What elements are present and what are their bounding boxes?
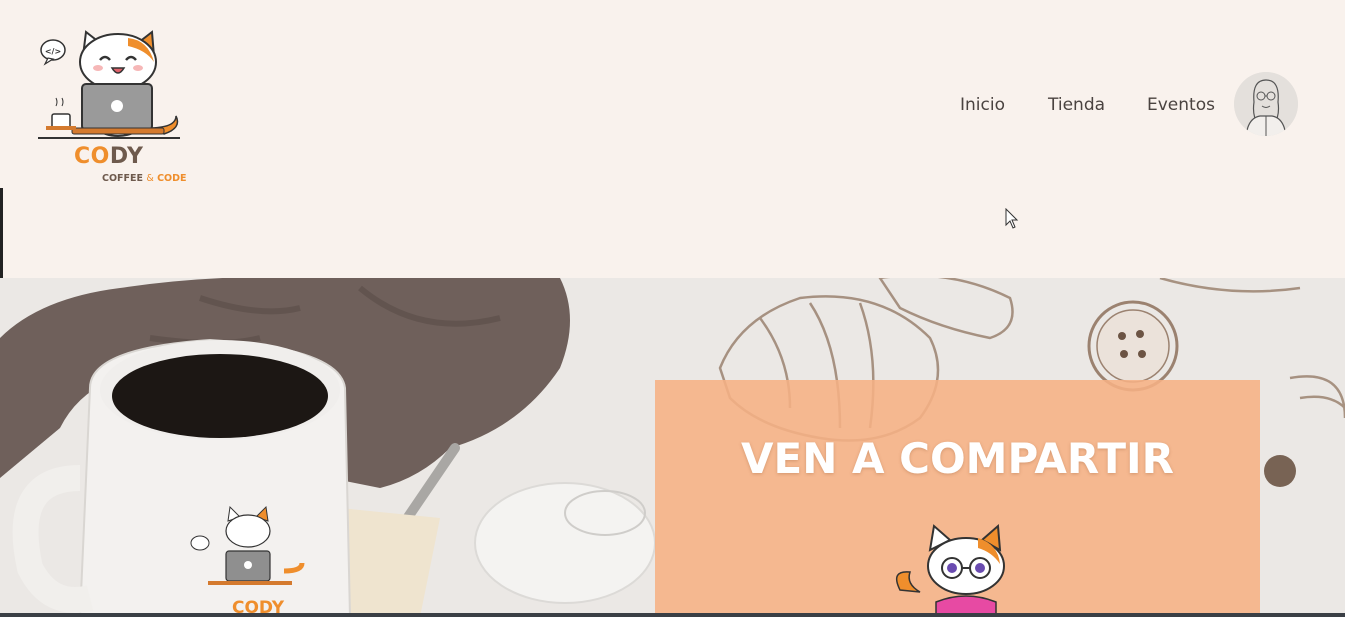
tagline-code: CODE [157, 173, 187, 184]
logo-wordmark: CODY [74, 144, 143, 169]
promo-title: VEN A COMPARTIR [741, 434, 1174, 483]
nav-link-eventos[interactable]: Eventos [1147, 95, 1215, 115]
nav-link-inicio[interactable]: Inicio [960, 95, 1005, 115]
logo-tagline: COFFEE & CODE [102, 173, 187, 184]
tagline-amp: & [146, 173, 154, 184]
nav-link-tienda[interactable]: Tienda [1048, 95, 1105, 115]
promo-panel-art [895, 523, 1005, 617]
window-edge [0, 188, 3, 278]
svg-text:</>: </> [45, 47, 61, 56]
cody-logo[interactable]: </> CODY COFFEE & CODE [36, 28, 196, 190]
promo-panel [655, 380, 1260, 617]
site-header [0, 0, 1345, 278]
tagline-coffee: COFFEE [102, 173, 144, 184]
logo-word-co: CO [74, 144, 110, 169]
user-avatar-icon [1234, 72, 1298, 136]
user-avatar[interactable] [1234, 72, 1298, 136]
mouse-cursor-icon [1005, 208, 1019, 229]
bottom-edge [0, 613, 1345, 617]
logo-word-dy: DY [109, 144, 144, 169]
